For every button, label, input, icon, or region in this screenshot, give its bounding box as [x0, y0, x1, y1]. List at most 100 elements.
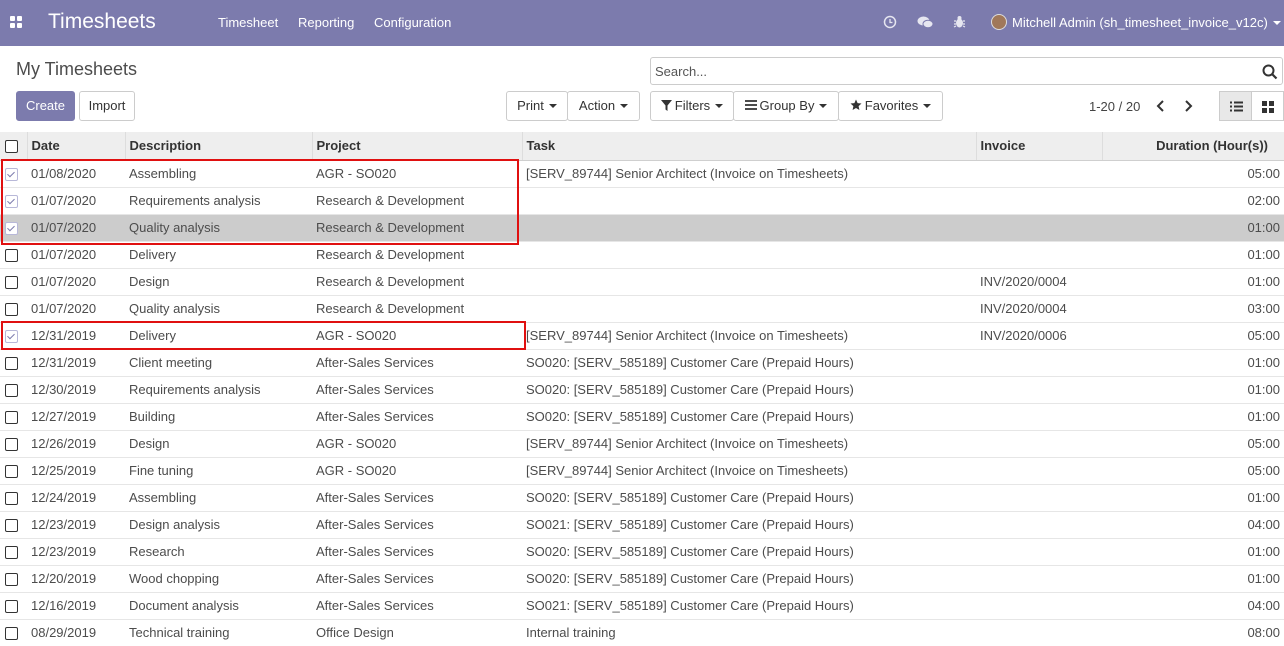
cell-invoice[interactable]	[976, 375, 1102, 403]
cell-invoice[interactable]	[976, 240, 1102, 268]
cell-invoice[interactable]: INV/2020/0004	[976, 267, 1102, 295]
cell-duration[interactable]: 01:00	[1102, 240, 1284, 268]
cell-date[interactable]: 01/07/2020	[27, 213, 125, 241]
cell-description[interactable]: Assembling	[125, 483, 312, 511]
cell-invoice[interactable]	[976, 483, 1102, 511]
list-view-button[interactable]	[1219, 91, 1252, 121]
cell-task[interactable]: SO020: [SERV_585189] Customer Care (Prep…	[522, 483, 976, 511]
cell-project[interactable]: After-Sales Services	[312, 348, 522, 376]
table-row[interactable]: 12/16/2019 Document analysis After-Sales S…	[0, 591, 1284, 619]
cell-task[interactable]: SO020: [SERV_585189] Customer Care (Prep…	[522, 375, 976, 403]
cell-invoice[interactable]	[976, 186, 1102, 214]
row-checkbox[interactable]	[5, 357, 18, 371]
row-select-cell[interactable]	[0, 618, 27, 646]
cell-date[interactable]: 12/20/2019	[27, 564, 125, 592]
cell-project[interactable]: After-Sales Services	[312, 375, 522, 403]
cell-duration[interactable]: 03:00	[1102, 294, 1284, 322]
pager-value[interactable]: 1-20 / 20	[1089, 99, 1140, 114]
cell-task[interactable]: [SERV_89744] Senior Architect (Invoice o…	[522, 159, 976, 187]
table-row[interactable]: 12/23/2019 Design analysis After-Sales Ser…	[0, 510, 1284, 538]
cell-task[interactable]: [SERV_89744] Senior Architect (Invoice o…	[522, 321, 976, 349]
cell-invoice[interactable]: INV/2020/0004	[976, 294, 1102, 322]
table-row[interactable]: 01/07/2020 Delivery Research & Development…	[0, 240, 1284, 268]
select-all-cell[interactable]	[0, 132, 27, 161]
cell-duration[interactable]: 05:00	[1102, 321, 1284, 349]
row-select-cell[interactable]	[0, 159, 27, 187]
column-project[interactable]: Project	[311, 132, 522, 161]
create-button[interactable]: Create	[16, 91, 75, 121]
cell-date[interactable]: 01/08/2020	[27, 159, 125, 187]
column-invoice[interactable]: Invoice	[975, 132, 1102, 161]
menu-reporting[interactable]: Reporting	[298, 15, 354, 30]
cell-invoice[interactable]	[976, 510, 1102, 538]
cell-date[interactable]: 01/07/2020	[27, 267, 125, 295]
cell-task[interactable]: SO020: [SERV_585189] Customer Care (Prep…	[522, 402, 976, 430]
cell-date[interactable]: 08/29/2019	[27, 618, 125, 646]
cell-description[interactable]: Assembling	[125, 159, 312, 187]
cell-duration[interactable]: 04:00	[1102, 591, 1284, 619]
table-row[interactable]: 01/07/2020 Design Research & Development IN…	[0, 267, 1284, 295]
row-checkbox[interactable]	[5, 546, 18, 560]
cell-date[interactable]: 01/07/2020	[27, 294, 125, 322]
row-select-cell[interactable]	[0, 267, 27, 295]
kanban-view-button[interactable]	[1251, 91, 1284, 121]
cell-invoice[interactable]	[976, 456, 1102, 484]
cell-description[interactable]: Quality analysis	[125, 294, 312, 322]
cell-project[interactable]: Office Design	[312, 618, 522, 646]
cell-description[interactable]: Client meeting	[125, 348, 312, 376]
cell-duration[interactable]: 01:00	[1102, 537, 1284, 565]
column-duration[interactable]: Duration (Hour(s))	[1101, 132, 1284, 161]
row-select-cell[interactable]	[0, 564, 27, 592]
menu-configuration[interactable]: Configuration	[374, 15, 451, 30]
cell-invoice[interactable]	[976, 537, 1102, 565]
table-row[interactable]: 12/23/2019 Research After-Sales Services SO…	[0, 537, 1284, 565]
chevron-left-icon[interactable]	[1155, 100, 1167, 112]
table-row[interactable]: 01/07/2020 Quality analysis Research & Dev…	[0, 213, 1284, 241]
row-checkbox[interactable]	[5, 222, 18, 236]
row-select-cell[interactable]	[0, 294, 27, 322]
cell-duration[interactable]: 05:00	[1102, 159, 1284, 187]
cell-invoice[interactable]	[976, 213, 1102, 241]
cell-task[interactable]: [SERV_89744] Senior Architect (Invoice o…	[522, 456, 976, 484]
cell-project[interactable]: After-Sales Services	[312, 483, 522, 511]
cell-date[interactable]: 12/31/2019	[27, 321, 125, 349]
cell-task[interactable]: SO020: [SERV_585189] Customer Care (Prep…	[522, 537, 976, 565]
cell-task[interactable]: Internal training	[522, 618, 976, 646]
cell-project[interactable]: After-Sales Services	[312, 564, 522, 592]
table-row[interactable]: 12/25/2019 Fine tuning AGR - SO020 [SERV_89…	[0, 456, 1284, 484]
favorites-dropdown[interactable]: Favorites	[838, 91, 943, 121]
cell-project[interactable]: Research & Development	[312, 294, 522, 322]
cell-description[interactable]: Document analysis	[125, 591, 312, 619]
print-dropdown[interactable]: Print	[506, 91, 568, 121]
cell-date[interactable]: 12/26/2019	[27, 429, 125, 457]
row-select-cell[interactable]	[0, 402, 27, 430]
cell-duration[interactable]: 01:00	[1102, 267, 1284, 295]
cell-duration[interactable]: 01:00	[1102, 348, 1284, 376]
cell-duration[interactable]: 05:00	[1102, 429, 1284, 457]
row-select-cell[interactable]	[0, 510, 27, 538]
cell-date[interactable]: 12/31/2019	[27, 348, 125, 376]
cell-duration[interactable]: 01:00	[1102, 483, 1284, 511]
action-dropdown[interactable]: Action	[567, 91, 640, 121]
cell-task[interactable]	[522, 240, 976, 268]
cell-task[interactable]: SO020: [SERV_585189] Customer Care (Prep…	[522, 348, 976, 376]
row-checkbox[interactable]	[5, 600, 18, 614]
cell-description[interactable]: Delivery	[125, 240, 312, 268]
cell-project[interactable]: AGR - SO020	[312, 159, 522, 187]
row-checkbox[interactable]	[5, 195, 18, 209]
cell-project[interactable]: AGR - SO020	[312, 429, 522, 457]
cell-invoice[interactable]	[976, 618, 1102, 646]
chat-icon[interactable]	[917, 14, 934, 30]
search-input[interactable]	[655, 64, 1245, 79]
cell-invoice[interactable]	[976, 348, 1102, 376]
table-row[interactable]: 08/29/2019 Technical training Office Desig…	[0, 618, 1284, 646]
cell-date[interactable]: 12/30/2019	[27, 375, 125, 403]
cell-duration[interactable]: 02:00	[1102, 186, 1284, 214]
table-row[interactable]: 12/20/2019 Wood chopping After-Sales Servi…	[0, 564, 1284, 592]
cell-invoice[interactable]	[976, 159, 1102, 187]
menu-timesheet[interactable]: Timesheet	[218, 15, 278, 30]
row-select-cell[interactable]	[0, 186, 27, 214]
cell-invoice[interactable]	[976, 591, 1102, 619]
apps-menu-icon[interactable]	[10, 16, 23, 29]
cell-project[interactable]: After-Sales Services	[312, 510, 522, 538]
